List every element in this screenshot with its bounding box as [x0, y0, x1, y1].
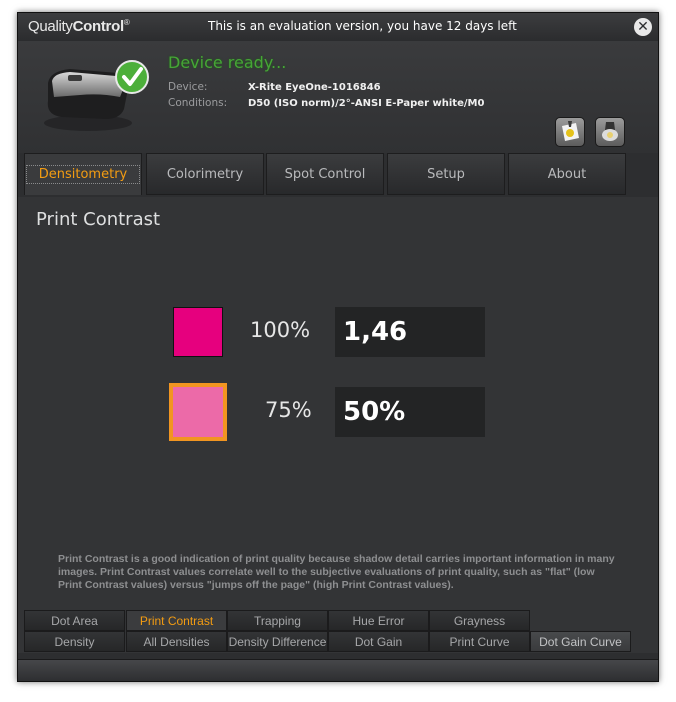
app-window: QualityControl® This is an evaluation ve…	[17, 12, 659, 682]
tab-about[interactable]: About	[508, 153, 626, 195]
light-button[interactable]	[595, 117, 625, 147]
subtab-dot-gain-curve[interactable]: Dot Gain Curve	[530, 631, 631, 652]
close-button[interactable]: ✕	[634, 18, 652, 36]
app-logo: QualityControl®	[28, 18, 130, 35]
title-bar: QualityControl® This is an evaluation ve…	[18, 13, 658, 42]
status-footer	[18, 659, 658, 681]
device-label: Device:	[168, 81, 208, 93]
tab-densitometry[interactable]: Densitometry	[24, 153, 142, 195]
paper-button[interactable]	[555, 117, 585, 147]
subtab-trapping[interactable]: Trapping	[227, 610, 328, 631]
swatch-75[interactable]	[169, 383, 227, 441]
device-row: Device: X-Rite EyeOne-1016846	[168, 81, 381, 93]
content-panel: Print Contrast 100% 1,46 75% 50% Print C…	[18, 197, 658, 609]
logo-text-light: Quality	[28, 18, 73, 35]
device-status: Device ready...	[168, 53, 287, 72]
conditions-label: Conditions:	[168, 97, 228, 109]
subtab-dot-area[interactable]: Dot Area	[24, 610, 125, 631]
swatch-100	[173, 307, 223, 357]
main-tabs: Densitometry Colorimetry Spot Control Se…	[18, 153, 658, 197]
subtab-density[interactable]: Density	[24, 631, 125, 652]
conditions-value: D50 (ISO norm)/2°-ANSI E-Paper white/M0	[248, 98, 485, 109]
value-100: 1,46	[335, 307, 485, 357]
subtab-print-curve[interactable]: Print Curve	[429, 631, 530, 652]
spectrophotometer-icon	[44, 60, 149, 131]
device-header: Device ready... Device: X-Rite EyeOne-101…	[18, 41, 658, 153]
subtab-all-densities[interactable]: All Densities	[126, 631, 227, 652]
tab-label: Setup	[427, 167, 465, 182]
subtab-hue-error[interactable]: Hue Error	[328, 610, 429, 631]
subtab-dot-gain[interactable]: Dot Gain	[328, 631, 429, 652]
tab-label: About	[547, 167, 587, 182]
device-value: X-Rite EyeOne-1016846	[248, 82, 381, 93]
tab-setup[interactable]: Setup	[387, 153, 505, 195]
subtab-grayness[interactable]: Grayness	[429, 610, 530, 631]
subtab-print-contrast[interactable]: Print Contrast	[126, 610, 227, 631]
paper-icon	[562, 121, 579, 141]
tab-label: Spot Control	[284, 167, 366, 182]
page-title: Print Contrast	[36, 209, 161, 230]
percent-100: 100%	[250, 318, 311, 342]
tab-spot-control[interactable]: Spot Control	[266, 153, 384, 195]
logo-text-bold: Control	[72, 18, 125, 35]
evaluation-notice: This is an evaluation version, you have …	[208, 19, 517, 33]
value-75: 50%	[335, 387, 485, 437]
tab-colorimetry[interactable]: Colorimetry	[146, 153, 264, 195]
description-text: Print Contrast is a good indication of p…	[58, 553, 615, 591]
percent-75: 75%	[265, 398, 312, 422]
light-icon	[602, 122, 618, 141]
close-icon: ✕	[637, 19, 649, 35]
conditions-row: Conditions: D50 (ISO norm)/2°-ANSI E-Pape…	[168, 97, 484, 109]
tab-label: Colorimetry	[166, 167, 244, 182]
tab-label: Densitometry	[25, 165, 141, 184]
logo-mark: ®	[123, 18, 130, 27]
sub-tabs: Dot Area Print Contrast Trapping Hue Err…	[18, 609, 658, 653]
subtab-density-difference[interactable]: Density Difference	[227, 631, 328, 652]
